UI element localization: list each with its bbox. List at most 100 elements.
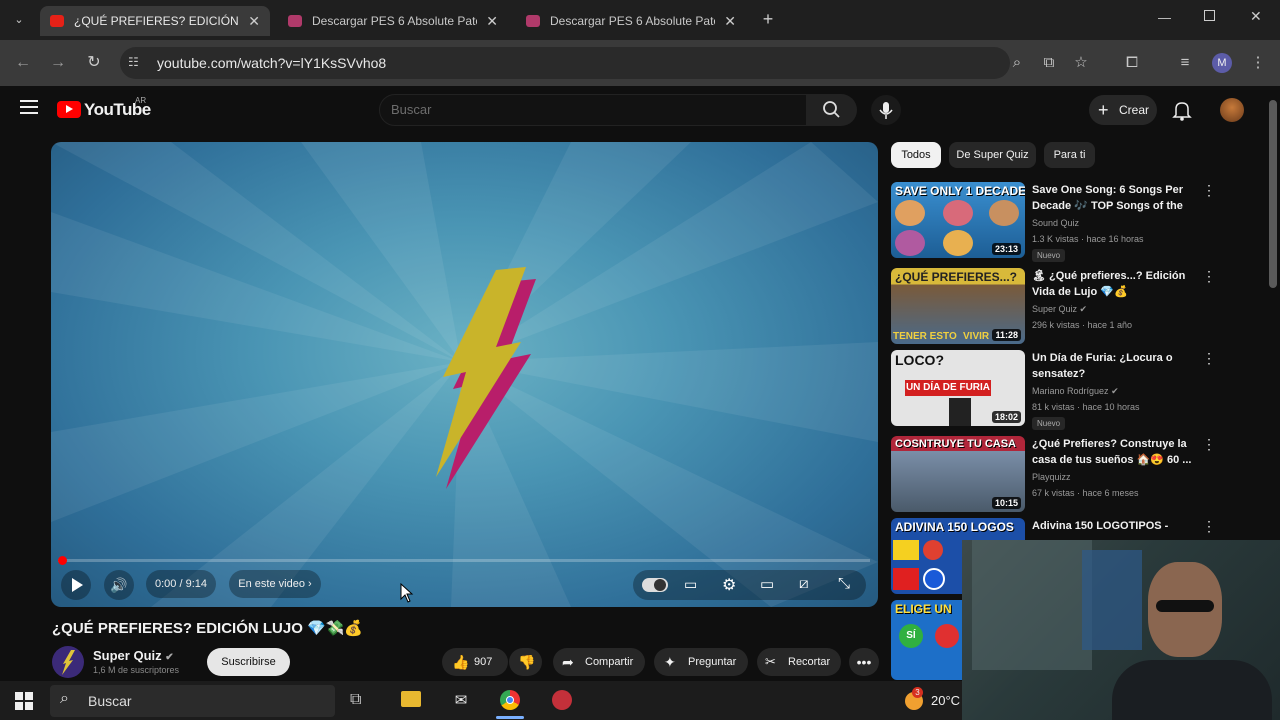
recommendation-meta: 296 k vistas · hace 1 año: [1032, 320, 1133, 330]
windows-start-icon[interactable]: [15, 692, 33, 710]
video-player[interactable]: [51, 142, 878, 607]
dislike-button[interactable]: 👎: [509, 648, 542, 676]
youtube-favicon-icon: [50, 15, 64, 27]
install-app-icon[interactable]: ⧉: [1039, 53, 1059, 73]
voice-search-button[interactable]: [871, 95, 901, 125]
media-control-icon[interactable]: ≡: [1175, 53, 1195, 73]
thumb-text: SÍ: [899, 624, 923, 648]
recommendation-channel[interactable]: Mariano Rodríguez ✔: [1032, 386, 1119, 397]
sunglasses: [1156, 600, 1214, 612]
recommendation-title[interactable]: Save One Song: 6 Songs Per Decade 🎶 TOP …: [1032, 182, 1192, 214]
tab-current[interactable]: ¿QUÉ PREFIERES? EDICIÓN LUJO ✕: [40, 6, 270, 36]
site-info-icon[interactable]: ☷: [128, 55, 139, 69]
progress-bar[interactable]: [58, 559, 870, 562]
recommendation-channel[interactable]: Sound Quiz: [1032, 218, 1079, 228]
tab-pes-1[interactable]: Descargar PES 6 Absolute Patch ✕: [278, 6, 508, 36]
more-options-icon[interactable]: ⋮: [1202, 436, 1216, 453]
recommendation-thumbnail[interactable]: ¿QUÉ PREFIERES...? TENER ESTO VIVIR 11:2…: [891, 268, 1025, 344]
thumbs-up-icon: 👍: [452, 654, 470, 670]
more-options-icon[interactable]: ⋮: [1202, 268, 1216, 285]
more-options-icon[interactable]: ⋮: [1202, 182, 1216, 199]
plus-icon: +: [1098, 100, 1109, 120]
channel-avatar[interactable]: [52, 646, 84, 678]
chrome-taskbar-icon[interactable]: [500, 690, 520, 710]
channel-name[interactable]: Super Quiz ✔: [93, 648, 174, 663]
settings-gear-icon[interactable]: ⚙: [722, 575, 736, 595]
play-button[interactable]: [61, 570, 91, 600]
tab-search-icon[interactable]: ⌄: [10, 11, 28, 29]
cast-icon[interactable]: ⧄: [799, 575, 809, 592]
youtube-logo-icon[interactable]: [57, 101, 81, 118]
scissors-icon: ✂: [765, 654, 776, 669]
clip-button[interactable]: ✂ Recortar: [757, 648, 841, 676]
chip-all[interactable]: Todos: [891, 142, 941, 168]
fullscreen-icon[interactable]: ⤡: [838, 575, 850, 592]
subtitles-icon[interactable]: ▭: [684, 576, 697, 593]
webcam-overlay: [962, 540, 1280, 720]
recommendation-meta: 67 k vistas · hace 6 meses: [1032, 488, 1139, 498]
search-button[interactable]: [807, 94, 857, 126]
profile-avatar[interactable]: M: [1212, 53, 1232, 73]
chip-from-channel[interactable]: De Super Quiz: [949, 142, 1036, 168]
tab-pes-2[interactable]: Descargar PES 6 Absolute Patch ✕: [516, 6, 746, 36]
time-display: 0:00 / 9:14: [146, 570, 216, 598]
recommendation-channel[interactable]: Playquizz: [1032, 472, 1071, 482]
thumb-text: VIVIR: [963, 331, 990, 342]
back-icon[interactable]: ←: [12, 52, 34, 74]
create-button[interactable]: + Crear: [1089, 95, 1157, 125]
record-app-icon[interactable]: [552, 690, 572, 710]
close-tab-icon[interactable]: ✕: [248, 13, 260, 30]
more-options-icon[interactable]: ⋮: [1202, 350, 1216, 367]
restore-icon[interactable]: [1204, 10, 1215, 21]
site-favicon-icon: [288, 15, 302, 27]
recommendation-thumbnail[interactable]: SAVE ONLY 1 DECADE 23:13: [891, 182, 1025, 258]
person-body: [1112, 660, 1272, 720]
chrome-menu-icon[interactable]: ⋮: [1248, 53, 1268, 73]
file-explorer-icon[interactable]: [401, 691, 421, 707]
page-scrollbar[interactable]: [1269, 100, 1277, 288]
autoplay-toggle[interactable]: [642, 578, 668, 592]
theater-mode-icon[interactable]: ▭: [760, 575, 774, 593]
close-window-icon[interactable]: ✕: [1250, 8, 1262, 25]
recommendation-title[interactable]: ¿Qué Prefieres? Construye la casa de tus…: [1032, 436, 1192, 468]
search-input[interactable]: [379, 94, 807, 126]
more-actions-icon[interactable]: •••: [849, 648, 879, 676]
like-button[interactable]: 👍 907: [442, 648, 508, 676]
recommendation-title[interactable]: Adivina 150 LOGOTIPOS -: [1032, 518, 1192, 534]
volume-button[interactable]: 🔊: [104, 570, 134, 600]
app-icon[interactable]: ✉: [452, 691, 470, 709]
chevron-right-icon: ›: [308, 578, 312, 590]
recommendation-title[interactable]: 🏝 ¿Qué prefieres...? Edición Vida de Luj…: [1032, 268, 1192, 300]
recommendation-thumbnail[interactable]: COSNTRUYE TU CASA 10:15: [891, 436, 1025, 512]
close-tab-icon[interactable]: ✕: [724, 13, 736, 30]
zoom-icon[interactable]: ⌕: [1007, 53, 1027, 73]
forward-icon[interactable]: →: [47, 52, 69, 74]
in-this-video-button[interactable]: En este video ›: [229, 570, 321, 598]
recommendation-meta: 1.3 K vistas · hace 16 horas: [1032, 234, 1144, 244]
ask-label: Preguntar: [688, 656, 737, 668]
url-text[interactable]: youtube.com/watch?v=lY1KsSVvho8: [157, 55, 386, 71]
search-icon: ⌕: [60, 690, 69, 707]
hamburger-menu-icon[interactable]: [20, 100, 38, 116]
thumb-text: UN DÍA DE FURIA: [905, 380, 991, 396]
task-view-icon[interactable]: ⧉: [350, 691, 361, 709]
weather-temperature: 20°C: [931, 693, 961, 708]
recommendation-channel[interactable]: Super Quiz ✔: [1032, 304, 1087, 315]
chip-for-you[interactable]: Para ti: [1044, 142, 1095, 168]
subscribe-button[interactable]: Suscribirse: [207, 648, 290, 676]
ask-button[interactable]: ✦ Preguntar: [654, 648, 748, 676]
minimize-icon[interactable]: —: [1158, 10, 1171, 25]
reload-icon[interactable]: ↻: [83, 52, 105, 74]
bookmark-star-icon[interactable]: ☆: [1071, 53, 1091, 73]
recommendation-thumbnail[interactable]: LOCO? UN DÍA DE FURIA 18:02: [891, 350, 1025, 426]
new-tab-icon[interactable]: +: [758, 9, 778, 29]
active-app-indicator: [496, 716, 524, 719]
extensions-icon[interactable]: ⧠: [1122, 53, 1142, 73]
share-button[interactable]: ➦ Compartir: [553, 648, 645, 676]
progress-scrubber[interactable]: [58, 556, 67, 565]
more-options-icon[interactable]: ⋮: [1202, 518, 1216, 535]
close-tab-icon[interactable]: ✕: [486, 13, 498, 30]
notifications-bell-icon[interactable]: [1172, 99, 1192, 126]
account-avatar[interactable]: [1220, 98, 1244, 122]
recommendation-title[interactable]: Un Día de Furia: ¿Locura o sensatez?: [1032, 350, 1192, 382]
